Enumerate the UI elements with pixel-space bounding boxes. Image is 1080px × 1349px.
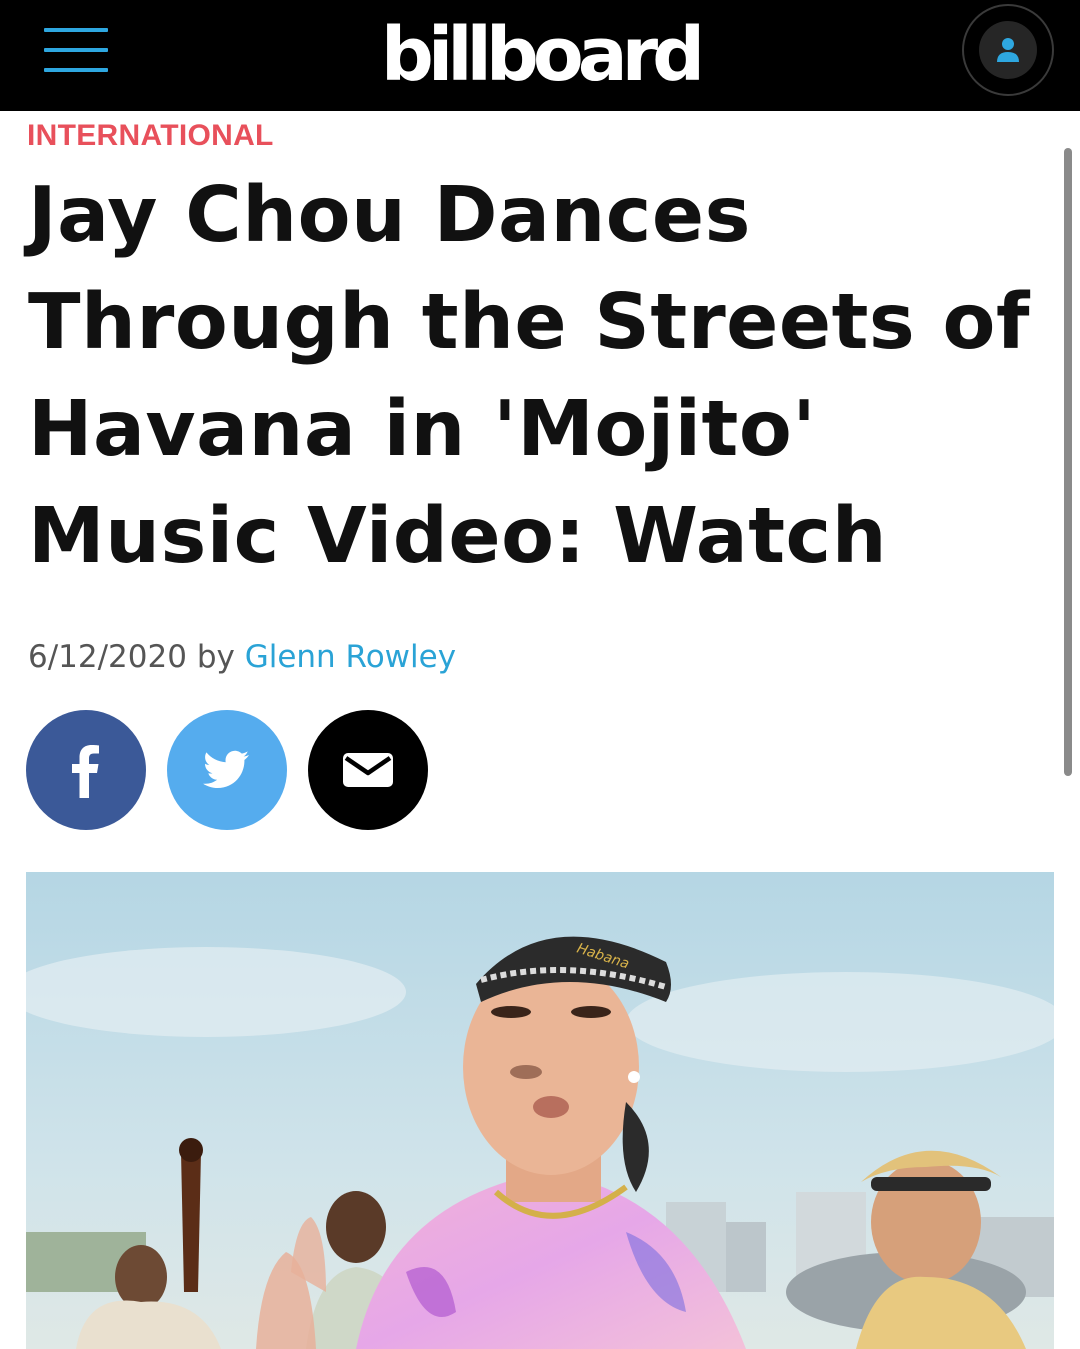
author-link[interactable]: Glenn Rowley	[245, 639, 456, 675]
user-icon	[979, 21, 1037, 79]
top-navigation-bar: billboard	[0, 0, 1080, 111]
hero-image: Habana	[26, 872, 1054, 1349]
account-button[interactable]	[962, 4, 1054, 96]
headline-line: Through the Streets of	[28, 278, 1030, 367]
email-icon	[343, 753, 393, 787]
headline-line: Music Video: Watch	[28, 492, 888, 581]
byline-by: by	[196, 639, 235, 675]
twitter-share-button[interactable]	[167, 710, 287, 830]
publish-date: 6/12/2020	[28, 639, 187, 675]
billboard-logo[interactable]: billboard	[0, 10, 1080, 100]
byline: 6/12/2020 by Glenn Rowley	[28, 635, 456, 679]
category-label[interactable]: INTERNATIONAL	[27, 116, 274, 156]
facebook-share-button[interactable]	[26, 710, 146, 830]
headline-line: Jay Chou Dances	[28, 171, 751, 260]
scrollbar[interactable]	[1064, 148, 1072, 776]
email-share-button[interactable]	[308, 710, 428, 830]
article-headline: Jay Chou Dances Through the Streets of H…	[28, 162, 1038, 590]
facebook-icon	[72, 745, 99, 798]
twitter-icon	[203, 750, 249, 788]
headline-line: Havana in 'Mojito'	[28, 385, 817, 474]
music-video-still: Habana	[26, 872, 1054, 1349]
